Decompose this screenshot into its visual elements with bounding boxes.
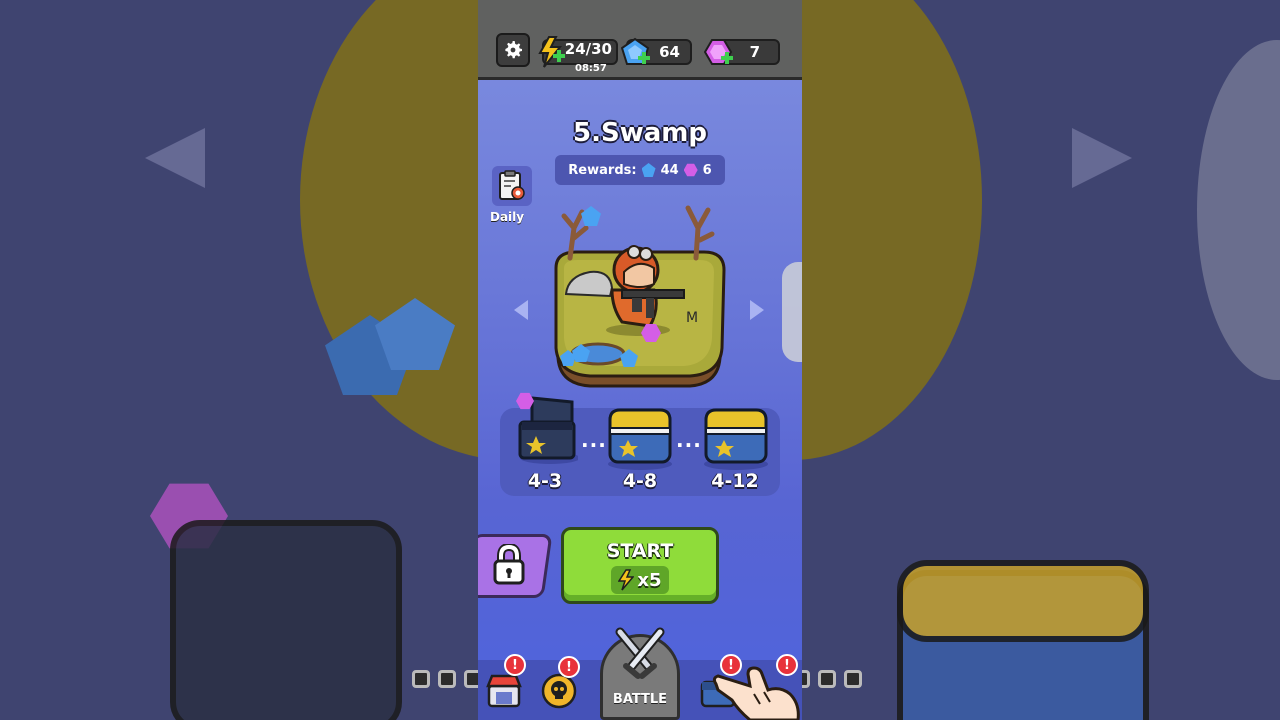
previous-level-arrow[interactable] [514,300,528,320]
purple-gem-icon [704,39,733,65]
bg-chest [170,520,402,720]
gear-icon [505,41,522,59]
lightning-icon [538,36,565,68]
start-cost-value: x5 [637,569,662,591]
purple-gem-icon [683,163,698,177]
chest-icon[interactable] [702,406,770,470]
shop-icon[interactable] [486,672,522,708]
start-cost: x5 [611,566,669,594]
event-notification-badge: ! [558,656,580,678]
milestone-label: 4-12 [711,470,759,492]
milestone-label: 4-3 [527,470,563,492]
rewards-panel: Rewards: 44 6 [555,155,725,185]
game-screen: 24/30 08:57 64 7 5.Swamp Rewards: 44 6 D… [478,0,802,720]
chest-icon[interactable] [606,406,674,470]
skull-coin-icon[interactable] [540,672,578,710]
level-island[interactable]: M [550,198,730,392]
start-button[interactable]: START x5 [561,527,719,604]
start-label: START [606,540,674,562]
right-background [802,0,1280,720]
rewards-label: Rewards: [568,162,637,178]
milestone-label: 4-8 [622,470,658,492]
lock-icon [493,544,525,585]
bg-arrow-right [1072,128,1132,188]
shop-notification-badge: ! [504,654,526,676]
settings-button[interactable] [496,33,530,67]
blue-gem-icon [641,163,656,177]
energy-timer: 08:57 [575,63,607,74]
energy-value: 24/30 [564,40,612,58]
reward-blue-value: 44 [660,162,679,178]
bg-island [802,0,982,460]
milestone-separator: ... [581,428,607,452]
milestone-separator: ... [676,428,702,452]
bg-island-next [1197,40,1280,380]
level-title: 5.Swamp [573,118,707,148]
tutorial-pointer-hand-icon [712,666,800,720]
blue-gem-value: 64 [659,43,680,61]
bg-dots [412,670,478,688]
daily-quest-icon [499,170,525,200]
next-level-arrow[interactable] [750,300,764,320]
svg-text:M: M [686,310,698,326]
top-bar: 24/30 08:57 64 7 [478,0,802,80]
lightning-icon [618,569,635,591]
next-level-island-peek [782,262,802,362]
purple-gem-value: 7 [749,43,760,61]
daily-label: Daily [490,210,525,224]
crossed-swords-icon [615,627,665,679]
daily-button[interactable] [492,166,532,206]
battle-tab-label: BATTLE [612,692,668,707]
blue-gem-icon [621,37,650,65]
left-background [0,0,478,720]
bg-chest-lid [897,560,1149,642]
bg-dots [802,670,862,688]
reward-purple-value: 6 [702,162,712,178]
bg-arrow-left [145,128,205,188]
